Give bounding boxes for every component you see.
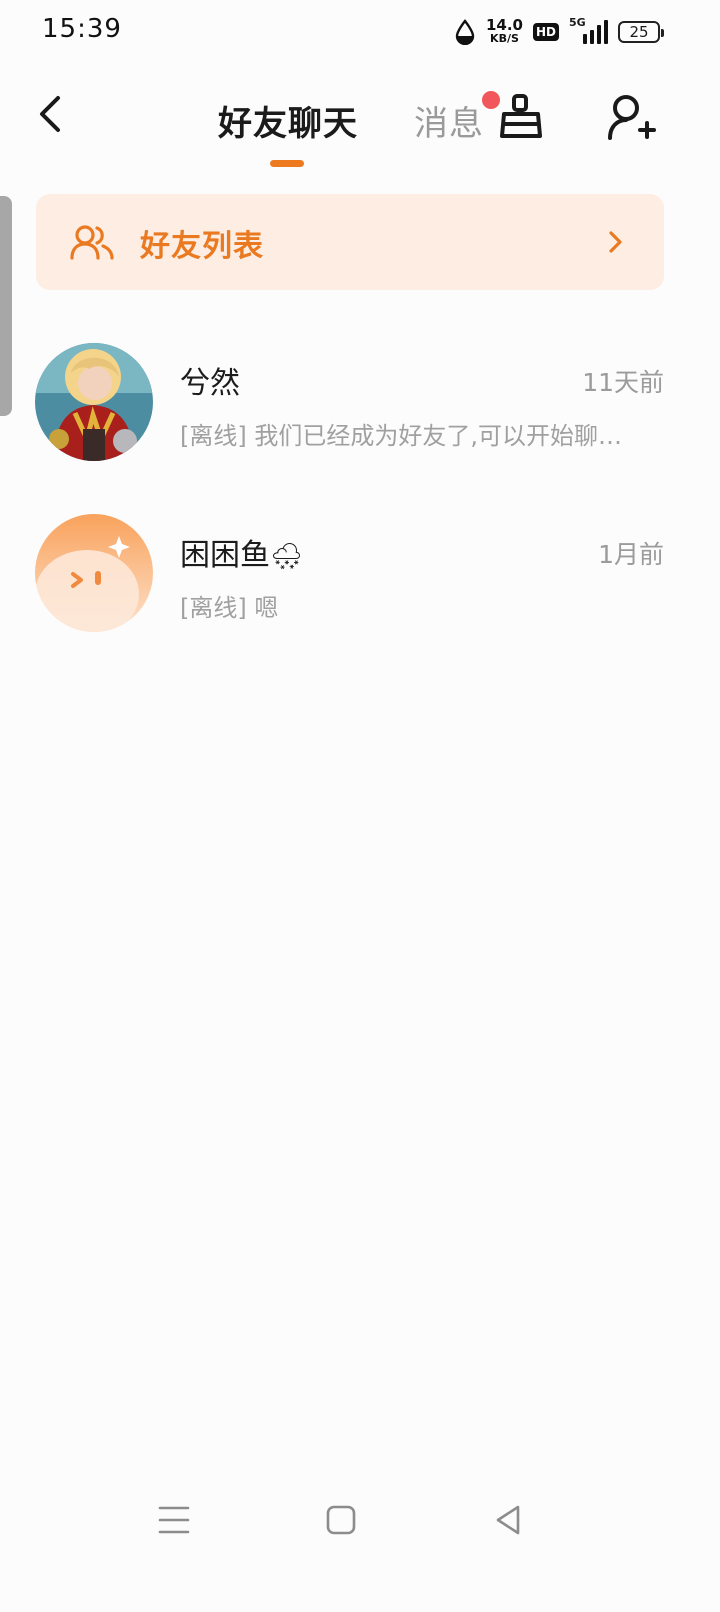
friends-list-button[interactable]: 好友列表: [36, 194, 664, 290]
chat-time: 1月前: [598, 540, 664, 569]
tab-messages[interactable]: 消息: [414, 96, 484, 145]
chat-item[interactable]: 困困鱼🌨 1月前 [离线] 嗯: [0, 494, 720, 654]
add-friend-icon[interactable]: [604, 92, 656, 144]
back-nav-icon[interactable]: [492, 1500, 524, 1540]
avatar-image: [35, 343, 153, 461]
default-avatar-face-icon: [35, 514, 153, 632]
friends-list-label: 好友列表: [140, 229, 264, 264]
back-arrow-icon[interactable]: [30, 90, 74, 138]
chat-preview: [离线] 我们已经成为好友了,可以开始聊…: [180, 422, 622, 450]
menu-nav-icon[interactable]: [158, 1500, 190, 1540]
chat-item[interactable]: 兮然 11天前 [离线] 我们已经成为好友了,可以开始聊…: [0, 322, 720, 482]
status-icons: 14.0 KB/S HD 5G 25: [454, 16, 664, 48]
tab-friend-chat[interactable]: 好友聊天: [218, 96, 358, 145]
hd-icon: HD: [532, 23, 559, 41]
data-saver-icon: [455, 19, 475, 45]
snow-weather-icon: 🌨: [270, 542, 304, 572]
battery-level: 25: [629, 23, 649, 41]
battery-icon: 25: [618, 21, 664, 43]
status-bar: 15:39 14.0 KB/S HD 5G 25: [0, 0, 720, 64]
clean-broom-icon[interactable]: [496, 92, 546, 142]
active-tab-indicator: [270, 160, 304, 167]
chat-name: 兮然: [180, 366, 240, 401]
friends-icon: [70, 225, 114, 260]
net-speed: 14.0 KB/S: [485, 16, 523, 46]
chat-time: 11天前: [582, 368, 664, 397]
avatar: [35, 343, 153, 461]
chat-name: 困困鱼🌨: [180, 538, 304, 573]
chat-preview: [离线] 嗯: [180, 594, 279, 622]
signal-icon: 5G: [569, 16, 608, 44]
chevron-right-icon: [609, 231, 622, 253]
status-time: 15:39: [42, 14, 122, 44]
home-nav-icon[interactable]: [325, 1500, 357, 1540]
avatar: [35, 514, 153, 632]
